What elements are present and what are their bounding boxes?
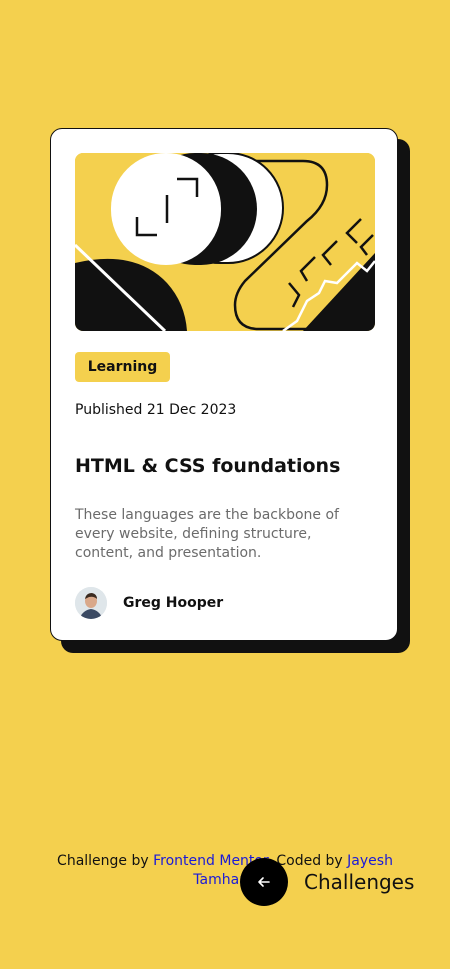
category-badge: Learning (75, 352, 170, 382)
avatar (75, 587, 107, 619)
card-description: These languages are the backbone of ever… (75, 507, 339, 561)
back-button[interactable] (240, 858, 288, 906)
published-date: Published 21 Dec 2023 (75, 402, 237, 418)
challenges-label[interactable]: Challenges (304, 870, 414, 894)
arrow-left-icon (258, 877, 270, 887)
card-title[interactable]: HTML & CSS foundations (75, 455, 340, 477)
coded-prefix: Coded by (276, 853, 343, 869)
author-name: Greg Hooper (123, 595, 224, 611)
blog-preview-card: Learning Published 21 Dec 2023 HTML & CS… (50, 128, 398, 641)
author: Greg Hooper (75, 587, 223, 619)
challenge-prefix: Challenge by (57, 853, 149, 869)
card-illustration (75, 153, 375, 331)
